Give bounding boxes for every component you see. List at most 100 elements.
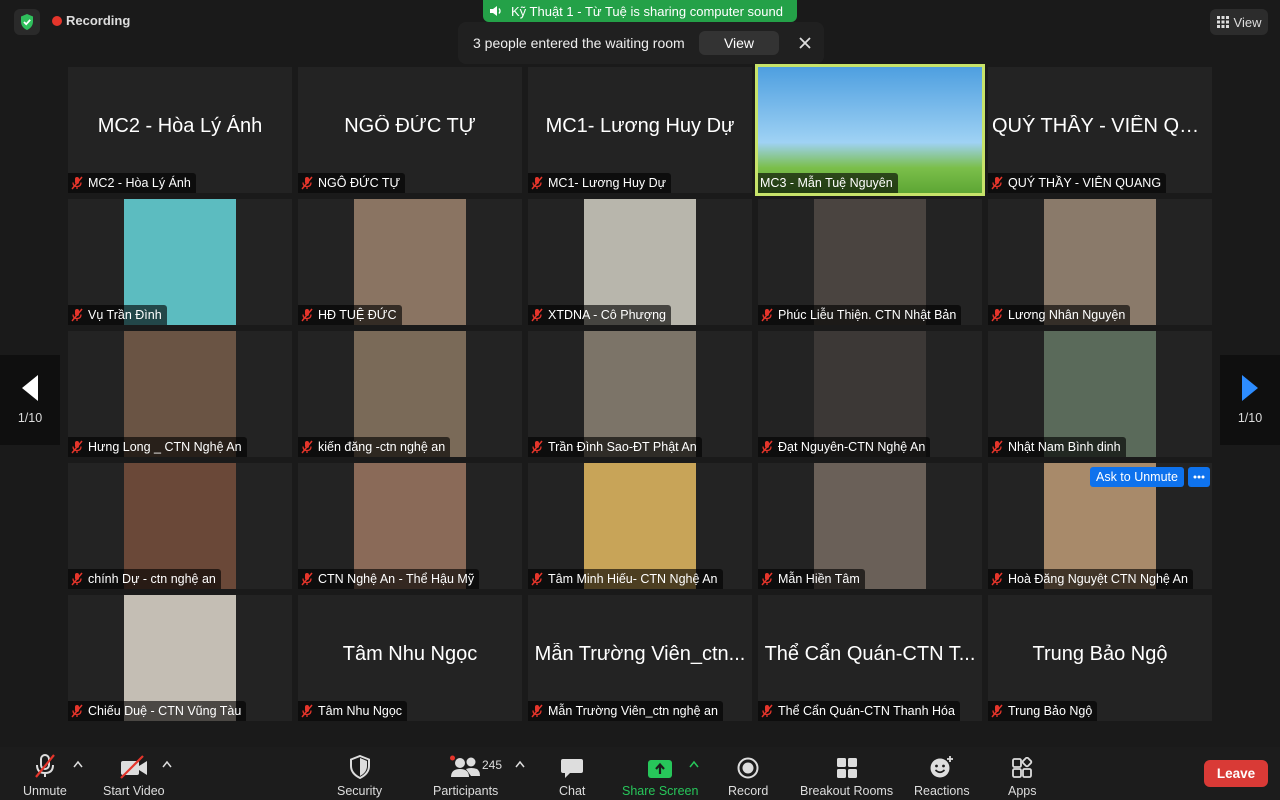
- view-toggle-label: View: [1233, 14, 1262, 30]
- participant-tile[interactable]: CTN Nghệ An - Thể Hậu Mỹ: [298, 463, 522, 589]
- reactions-button[interactable]: Reactions: [914, 753, 970, 798]
- participant-name: QUÝ THẦY - VIÊN QUANG: [1008, 176, 1162, 190]
- participant-tile[interactable]: XTDNA - Cô Phượng: [528, 199, 752, 325]
- participant-tile[interactable]: Trần Đình Sao-ĐT Phật An: [528, 331, 752, 457]
- video-off-icon: [120, 755, 147, 779]
- participant-name: Mẫn Trường Viên_ctn nghệ an: [548, 704, 718, 718]
- participant-tile[interactable]: Mẫn Hiền Tâm: [758, 463, 982, 589]
- participant-name: MC3 - Mẫn Tuệ Nguyên: [760, 176, 893, 190]
- security-shield-icon[interactable]: [14, 9, 40, 35]
- participant-tile[interactable]: Nhật Nam Bình dinh: [988, 331, 1212, 457]
- participant-tile[interactable]: QUÝ THẦY - VIÊN QU... QUÝ THẦY - VIÊN QUA…: [988, 67, 1212, 193]
- participant-tile[interactable]: Phúc Liễu Thiện. CTN Nhật Bản: [758, 199, 982, 325]
- participant-name-label: MC1- Lương Huy Dự: [528, 173, 672, 193]
- arrow-left-icon: [22, 375, 38, 401]
- participant-name-label: Lương Nhân Nguyện: [988, 305, 1131, 325]
- participant-name: Chiếu Duệ - CTN Vũng Tàu: [88, 704, 242, 718]
- participant-tile[interactable]: Hoà Đăng Nguyệt CTN Nghệ An Ask to Unmute: [988, 463, 1212, 589]
- participant-tile[interactable]: Chiếu Duệ - CTN Vũng Tàu: [68, 595, 292, 721]
- share-screen-button[interactable]: Share Screen: [622, 753, 698, 798]
- view-toggle-button[interactable]: View: [1210, 9, 1268, 35]
- apps-icon: [1012, 757, 1033, 778]
- participant-tile[interactable]: Mẫn Trường Viên_ctn... Mẫn Trường Viên_ct…: [528, 595, 752, 721]
- unmute-label: Unmute: [23, 784, 67, 798]
- ask-to-unmute-button[interactable]: Ask to Unmute: [1090, 467, 1184, 487]
- participant-tile[interactable]: Trung Bảo Ngộ Trung Bảo Ngộ: [988, 595, 1212, 721]
- grid-view-icon: [1216, 16, 1229, 28]
- participant-tile[interactable]: MC2 - Hòa Lý Ánh MC2 - Hòa Lý Ánh: [68, 67, 292, 193]
- participant-name-label: CTN Nghệ An - Thể Hậu Mỹ: [298, 569, 480, 589]
- participant-tile[interactable]: Lương Nhân Nguyện: [988, 199, 1212, 325]
- participant-name: Hưng Long _ CTN Nghệ An: [88, 440, 242, 454]
- chat-button[interactable]: Chat: [559, 753, 585, 798]
- breakout-rooms-button[interactable]: Breakout Rooms: [800, 753, 893, 798]
- participant-name: NGÔ ĐỨC TỰ: [318, 176, 401, 190]
- close-icon[interactable]: [797, 35, 813, 51]
- start-video-button[interactable]: Start Video: [103, 753, 165, 798]
- gallery-next-page-button[interactable]: 1/10: [1220, 355, 1280, 445]
- waiting-room-notification: 3 people entered the waiting room View: [458, 22, 824, 64]
- mic-muted-icon: [761, 440, 773, 454]
- participant-name-label: XTDNA - Cô Phượng: [528, 305, 671, 325]
- reactions-label: Reactions: [914, 784, 970, 798]
- participant-tile[interactable]: HĐ TUỆ ĐỨC: [298, 199, 522, 325]
- gallery-prev-page-button[interactable]: 1/10: [0, 355, 60, 445]
- participant-name: MC1- Lương Huy Dự: [548, 176, 667, 190]
- participant-name-label: Trung Bảo Ngộ: [988, 701, 1098, 721]
- sharing-sound-text: Kỹ Thuật 1 - Từ Tuệ is sharing computer …: [511, 3, 783, 19]
- participant-name-placeholder: MC1- Lương Huy Dự: [545, 115, 735, 137]
- unmute-button[interactable]: Unmute: [23, 753, 67, 798]
- mic-muted-icon: [35, 754, 55, 778]
- mic-muted-icon: [761, 308, 773, 322]
- participant-name-placeholder: Tâm Nhu Ngọc: [342, 643, 478, 665]
- participant-tile[interactable]: chính Dự - ctn nghệ an: [68, 463, 292, 589]
- waiting-room-view-button[interactable]: View: [699, 31, 779, 55]
- participant-tile[interactable]: NGÔ ĐỨC TỰ NGÔ ĐỨC TỰ: [298, 67, 522, 193]
- participant-tile[interactable]: kiến đăng -ctn nghệ an: [298, 331, 522, 457]
- record-icon: [737, 757, 759, 779]
- participant-name-label: Thể Cẩn Quán-CTN Thanh Hóa: [758, 701, 960, 721]
- recording-indicator[interactable]: Recording: [52, 13, 130, 28]
- chevron-up-icon[interactable]: [689, 760, 699, 768]
- security-button[interactable]: Security: [337, 753, 382, 798]
- chevron-up-icon[interactable]: [73, 760, 83, 768]
- leave-button[interactable]: Leave: [1204, 760, 1268, 787]
- sharing-sound-banner[interactable]: Kỹ Thuật 1 - Từ Tuệ is sharing computer …: [483, 0, 797, 22]
- participant-name: Trung Bảo Ngộ: [1008, 704, 1093, 718]
- participant-name-placeholder: QUÝ THẦY - VIÊN QU...: [992, 115, 1211, 137]
- mic-muted-icon: [71, 704, 83, 718]
- chevron-up-icon[interactable]: [515, 760, 525, 768]
- mic-muted-icon: [301, 440, 313, 454]
- participant-tile[interactable]: Đạt Nguyên-CTN Nghệ An: [758, 331, 982, 457]
- participant-tile[interactable]: MC1- Lương Huy Dự MC1- Lương Huy Dự: [528, 67, 752, 193]
- mic-muted-icon: [531, 704, 543, 718]
- mic-muted-icon: [301, 176, 313, 190]
- mic-muted-icon: [531, 176, 543, 190]
- participant-tile[interactable]: Tâm Minh Hiếu- CTN Nghệ An: [528, 463, 752, 589]
- participant-name: XTDNA - Cô Phượng: [548, 308, 666, 322]
- speaker-icon: [490, 6, 501, 16]
- arrow-right-icon: [1242, 375, 1258, 401]
- more-options-button[interactable]: [1188, 467, 1210, 487]
- participant-tile[interactable]: Tâm Nhu Ngọc Tâm Nhu Ngọc: [298, 595, 522, 721]
- apps-button[interactable]: Apps: [1008, 753, 1037, 798]
- participant-tile[interactable]: Thể Cẩn Quán-CTN T... Thể Cẩn Quán-CTN Th…: [758, 595, 982, 721]
- participant-name: Vụ Trần Đình: [88, 308, 162, 322]
- participant-tile[interactable]: MC3 - Mẫn Tuệ Nguyên: [755, 64, 985, 196]
- participant-name-label: chính Dự - ctn nghệ an: [68, 569, 221, 589]
- participant-name: CTN Nghệ An - Thể Hậu Mỹ: [318, 572, 475, 586]
- participant-name: chính Dự - ctn nghệ an: [88, 572, 216, 586]
- meeting-toolbar: Unmute Start Video Security Participants…: [0, 747, 1280, 800]
- participant-tile[interactable]: Hưng Long _ CTN Nghệ An: [68, 331, 292, 457]
- chat-bubble-icon: [561, 759, 584, 778]
- security-label: Security: [337, 784, 383, 798]
- participant-name-label: Vụ Trần Đình: [68, 305, 167, 325]
- record-button[interactable]: Record: [728, 753, 768, 798]
- participant-name-label: NGÔ ĐỨC TỰ: [298, 173, 406, 193]
- mic-muted-icon: [301, 572, 313, 586]
- participant-count: 245: [482, 758, 503, 772]
- share-screen-label: Share Screen: [622, 784, 699, 798]
- breakout-rooms-icon: [836, 758, 857, 778]
- participant-tile[interactable]: Vụ Trần Đình: [68, 199, 292, 325]
- chevron-up-icon[interactable]: [162, 760, 172, 768]
